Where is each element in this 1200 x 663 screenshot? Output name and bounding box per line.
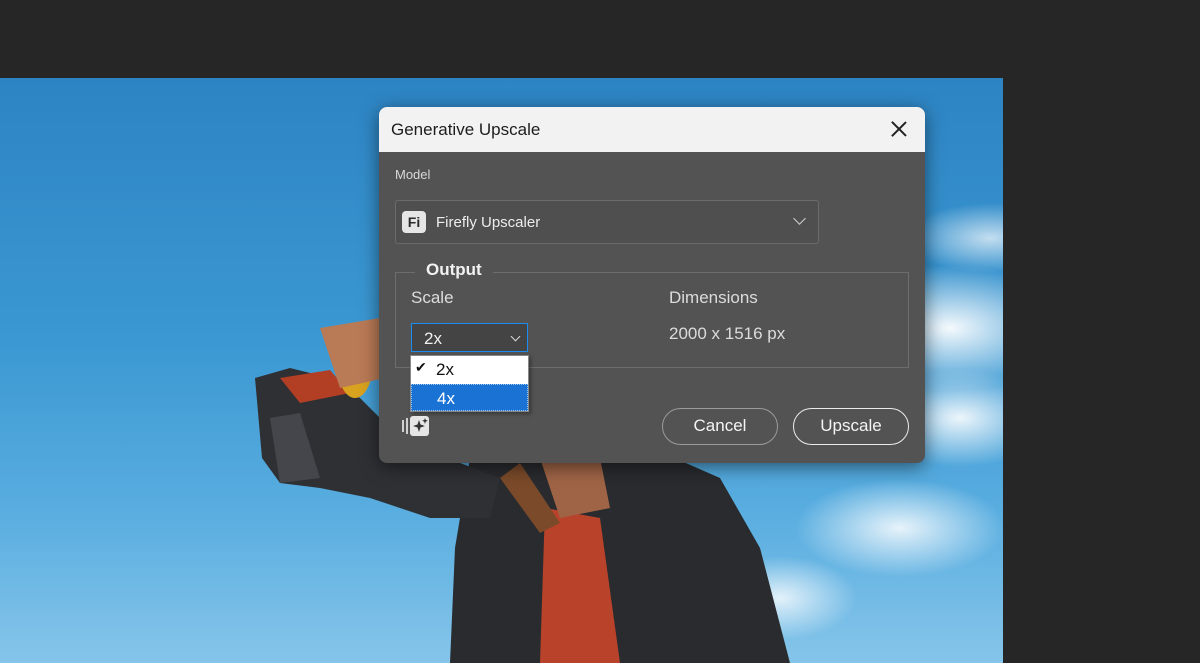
scale-selected-value: 2x bbox=[424, 329, 442, 348]
dialog-titlebar: Generative Upscale bbox=[379, 107, 925, 152]
scale-option-4x[interactable]: 4x bbox=[411, 384, 528, 411]
checkmark-icon: ✔ bbox=[415, 359, 427, 375]
generative-sparkle-icon[interactable] bbox=[401, 414, 431, 438]
firefly-logo-icon: Fi bbox=[402, 211, 426, 233]
model-selected-value: Firefly Upscaler bbox=[436, 214, 541, 231]
dimensions-label: Dimensions bbox=[669, 288, 758, 307]
dialog-title: Generative Upscale bbox=[391, 120, 541, 139]
dimensions-value: 2000 x 1516 px bbox=[669, 324, 786, 343]
chevron-down-icon bbox=[793, 212, 806, 225]
model-label: Model bbox=[395, 167, 431, 182]
generative-upscale-dialog: Generative Upscale Model Fi Firefly Upsc… bbox=[379, 107, 925, 463]
upscale-button[interactable]: Upscale bbox=[793, 408, 909, 445]
scale-dropdown[interactable]: 2x bbox=[411, 323, 528, 352]
output-group bbox=[395, 272, 909, 368]
scale-label: Scale bbox=[411, 288, 454, 307]
cancel-button[interactable]: Cancel bbox=[662, 408, 778, 445]
chevron-down-icon bbox=[510, 331, 521, 342]
output-legend: Output bbox=[415, 260, 493, 280]
model-dropdown[interactable]: Fi Firefly Upscaler bbox=[395, 200, 819, 244]
scale-option-2x[interactable]: ✔ 2x bbox=[411, 356, 528, 383]
scale-options-list: ✔ 2x 4x bbox=[410, 355, 529, 412]
close-icon[interactable] bbox=[889, 119, 909, 139]
